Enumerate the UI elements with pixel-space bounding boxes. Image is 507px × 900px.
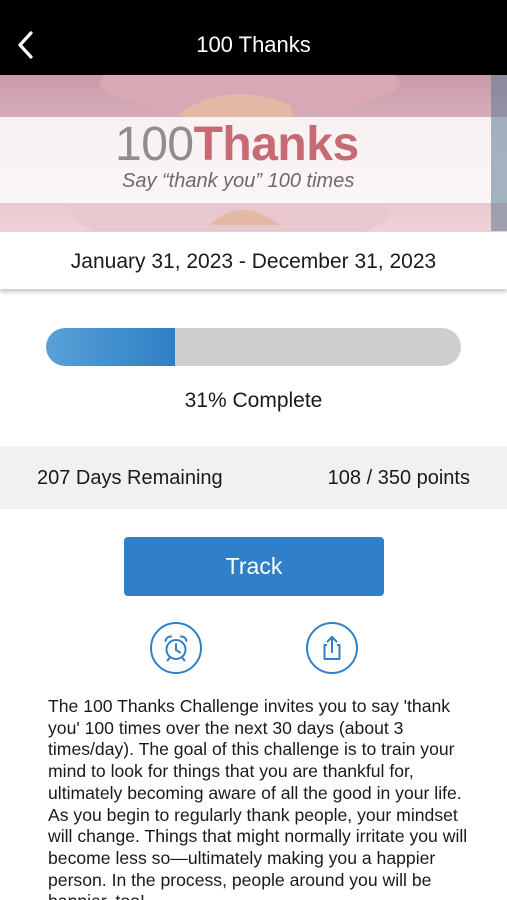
- hero-edge-shade: [491, 75, 507, 231]
- progress-label: 31% Complete: [184, 389, 323, 412]
- points-count: 108 / 350 points: [327, 467, 470, 489]
- page-title: 100 Thanks: [196, 32, 311, 57]
- stats-row: 207 Days Remaining 108 / 350 points: [0, 446, 507, 509]
- share-icon: [323, 636, 341, 660]
- challenge-description: The 100 Thanks Challenge invites you to …: [48, 696, 468, 900]
- date-range-card: January 31, 2023 - December 31, 2023: [0, 231, 507, 289]
- hero-banner: 100Thanks Say “thank you” 100 times: [0, 75, 507, 231]
- alarm-clock-icon: [164, 635, 188, 662]
- progress-fill: [46, 328, 175, 366]
- navigation-bar: 100 Thanks: [0, 0, 507, 75]
- track-button[interactable]: Track: [124, 537, 384, 596]
- hero-title: 100Thanks: [115, 119, 359, 171]
- hero-title-word: Thanks: [193, 118, 360, 171]
- reminder-button[interactable]: [150, 622, 202, 674]
- hero-subtitle: Say “thank you” 100 times: [122, 170, 355, 192]
- hero-title-number: 100: [115, 118, 194, 171]
- date-range: January 31, 2023 - December 31, 2023: [70, 250, 437, 273]
- share-button[interactable]: [306, 622, 358, 674]
- progress-bar: [46, 328, 461, 366]
- days-remaining: 207 Days Remaining: [37, 467, 223, 489]
